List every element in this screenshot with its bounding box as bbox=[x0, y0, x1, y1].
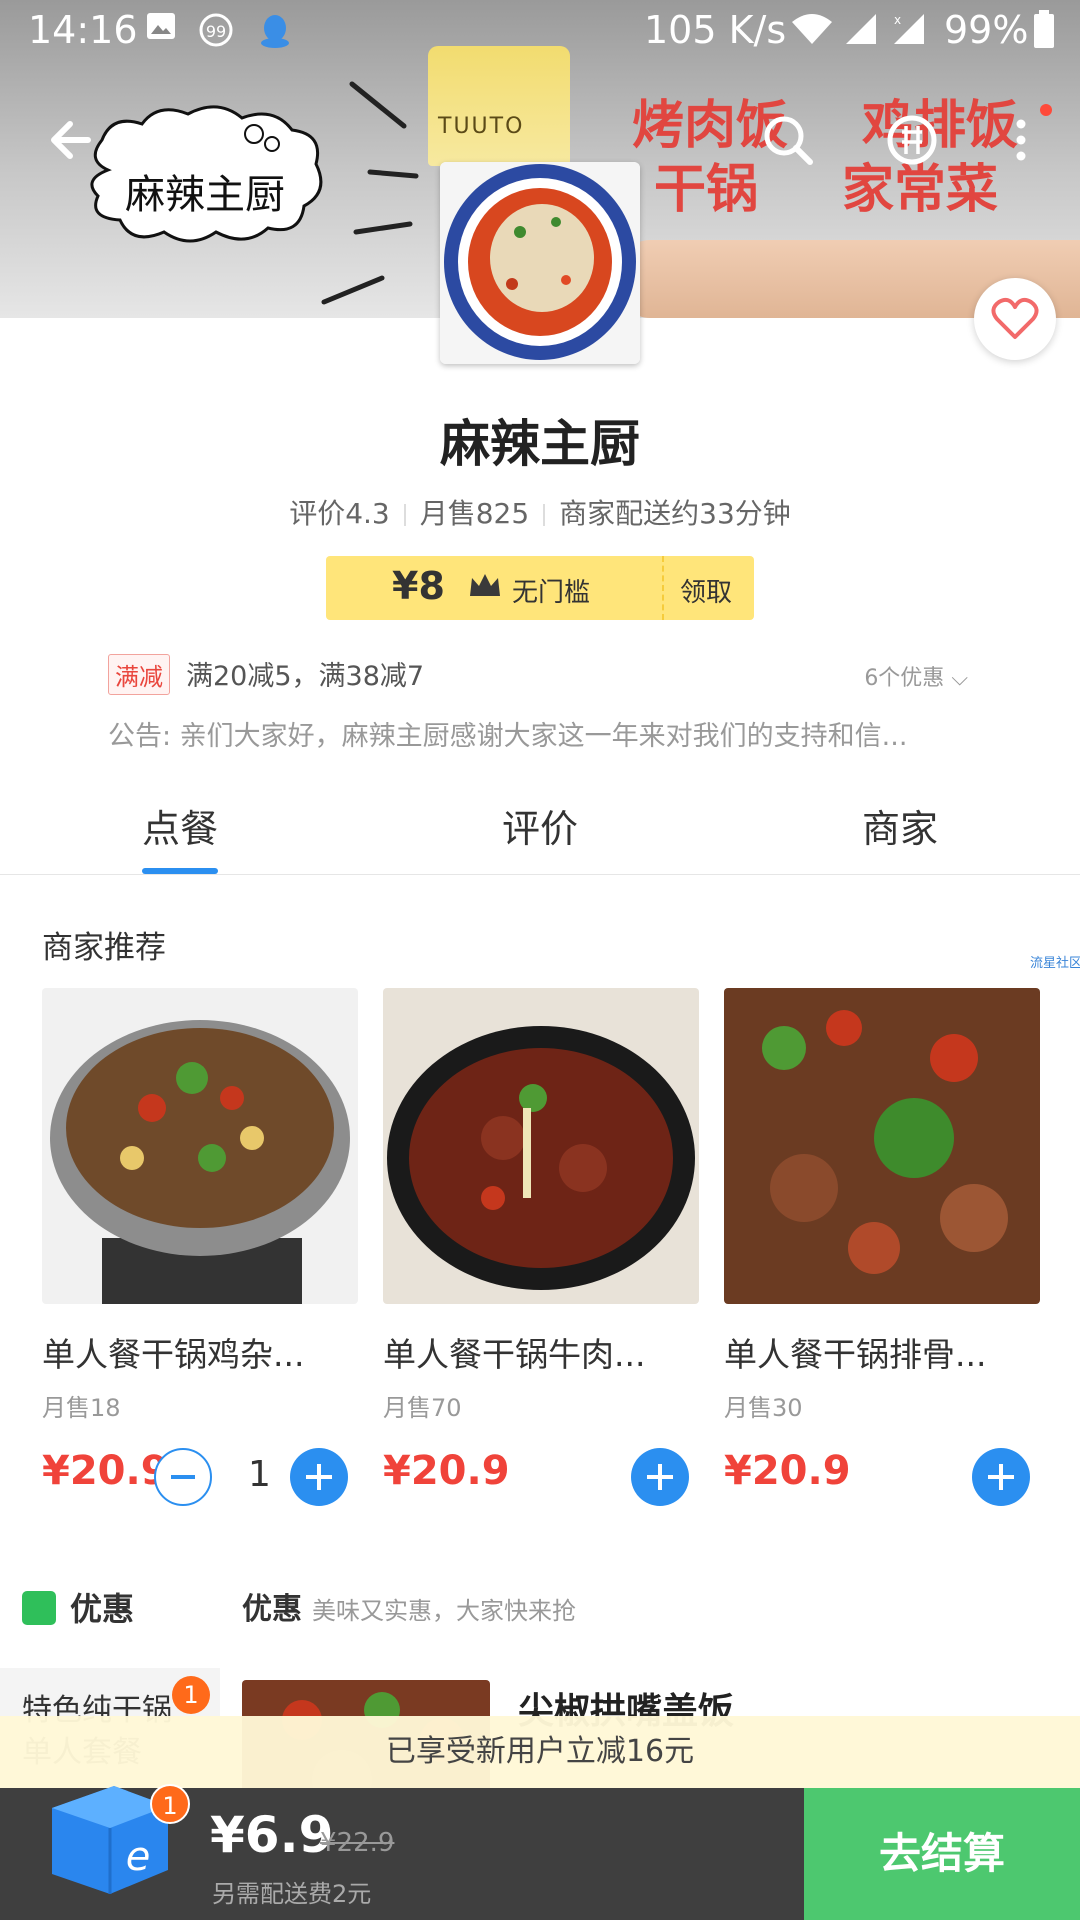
dish-price: ¥20.9 bbox=[724, 1448, 851, 1494]
dish-photo bbox=[724, 988, 1040, 1304]
divider bbox=[403, 504, 406, 526]
divider bbox=[543, 504, 546, 526]
signal-no-data-icon: x bbox=[894, 13, 924, 44]
notification-dot bbox=[1040, 104, 1052, 116]
shop-avatar-image bbox=[440, 162, 640, 364]
battery-percent: 99% bbox=[944, 8, 1029, 52]
checkout-button[interactable]: 去结算 bbox=[804, 1788, 1080, 1920]
recommend-title: 商家推荐 bbox=[42, 930, 166, 966]
delivery-fee-note: 另需配送费2元 bbox=[212, 1880, 372, 1908]
dish-quantity: 1 bbox=[248, 1454, 271, 1495]
tab-bar: 点餐 评价 商家 bbox=[0, 788, 1080, 875]
add-to-cart-button[interactable] bbox=[290, 1448, 348, 1506]
recommend-card[interactable]: 单人餐干锅鸡杂... 月售18 ¥20.9 1 bbox=[42, 988, 358, 1506]
sidebar-category-label: 优惠 bbox=[70, 1590, 135, 1628]
battery-icon bbox=[1034, 10, 1054, 48]
signal-icon bbox=[846, 14, 876, 44]
favorite-button[interactable] bbox=[974, 278, 1056, 360]
section-title: 优惠 bbox=[242, 1592, 302, 1627]
watermark: 流星社区 bbox=[1030, 956, 1080, 971]
app-99-icon: 99 bbox=[199, 13, 233, 47]
svg-text:x: x bbox=[894, 13, 901, 27]
recommend-card[interactable]: 单人餐干锅牛肉... 月售70 ¥20.9 bbox=[383, 988, 699, 1506]
more-icon[interactable] bbox=[1006, 110, 1066, 170]
dish-name: 单人餐干锅排骨... bbox=[724, 1335, 987, 1374]
coupon-condition: 无门槛 bbox=[512, 578, 591, 608]
tab-reviews[interactable]: 评价 bbox=[502, 798, 578, 853]
cart-count-badge: 1 bbox=[150, 1784, 190, 1824]
dish-sales: 月售18 bbox=[42, 1394, 121, 1422]
discount-row[interactable]: 满减 满20减5，满38减7 6个优惠 ⌵ bbox=[108, 654, 968, 695]
qq-icon bbox=[261, 15, 289, 48]
shop-name: 麻辣主厨 bbox=[440, 415, 640, 473]
sidebar-category-discount[interactable]: 优惠 bbox=[22, 1584, 134, 1630]
group-order-icon[interactable] bbox=[882, 110, 942, 170]
tab-active-indicator bbox=[142, 868, 218, 874]
dish-price: ¥20.9 bbox=[383, 1448, 510, 1494]
coupon-amount: ¥8 bbox=[392, 564, 445, 608]
dish-sales: 月售70 bbox=[383, 1394, 462, 1422]
cart-original-price: ¥22.9 bbox=[320, 1828, 395, 1858]
discount-more-label: 6个优惠 bbox=[864, 666, 945, 691]
cart-total-price: ¥6.9 bbox=[210, 1806, 334, 1864]
section-header: 优惠 美味又实惠，大家快来抢 bbox=[242, 1584, 576, 1628]
dish-photo bbox=[383, 988, 699, 1304]
shop-notice[interactable]: 公告: 亲们大家好，麻辣主厨感谢大家这一年来对我们的支持和信... bbox=[108, 714, 968, 753]
decrease-quantity-button[interactable] bbox=[154, 1448, 212, 1506]
coupon-divider bbox=[662, 556, 664, 620]
recommend-card[interactable]: 单人餐干锅排骨... 月售30 ¥20.9 bbox=[724, 988, 1040, 1506]
dish-name: 单人餐干锅鸡杂... bbox=[42, 1335, 305, 1374]
promo-line-3: 干锅 bbox=[654, 160, 759, 220]
dish-photo bbox=[42, 988, 358, 1304]
svg-text:99: 99 bbox=[206, 22, 226, 41]
chevron-down-icon: ⌵ bbox=[951, 666, 968, 691]
shop-monthly-sales: 月售825 bbox=[419, 497, 530, 530]
dish-price: ¥20.9 bbox=[42, 1448, 169, 1494]
logo-text: 麻辣主厨 bbox=[125, 172, 285, 218]
discount-text: 满20减5，满38减7 bbox=[186, 661, 425, 692]
tab-merchant[interactable]: 商家 bbox=[862, 798, 938, 853]
shop-meta: 评价4.3 月售825 商家配送约33分钟 bbox=[0, 492, 1080, 532]
shop-logo-cloud: 麻辣主厨 bbox=[78, 100, 330, 248]
svg-text:e: e bbox=[126, 1834, 151, 1880]
discount-tag: 满减 bbox=[108, 654, 170, 695]
image-notification-icon bbox=[147, 13, 175, 39]
coupon-claim-button[interactable]: 领取 bbox=[680, 572, 732, 609]
decor-lines bbox=[321, 81, 419, 305]
wifi-icon bbox=[792, 14, 832, 44]
category-count-badge: 1 bbox=[172, 1676, 210, 1714]
dish-name: 单人餐干锅牛肉... bbox=[383, 1335, 646, 1374]
cup-brand: TUUTO bbox=[438, 114, 525, 139]
shop-delivery-time: 商家配送约33分钟 bbox=[559, 497, 791, 530]
add-to-cart-button[interactable] bbox=[972, 1448, 1030, 1506]
drink-cup: TUUTO bbox=[428, 46, 570, 166]
status-time: 14:16 bbox=[28, 8, 138, 52]
network-speed: 105 K/s bbox=[644, 8, 787, 52]
discount-more[interactable]: 6个优惠 ⌵ bbox=[864, 660, 968, 692]
coupon-card[interactable]: ¥8 无门槛 领取 bbox=[326, 556, 754, 620]
search-icon[interactable] bbox=[758, 110, 818, 170]
dish-sales: 月售30 bbox=[724, 1394, 803, 1422]
add-to-cart-button[interactable] bbox=[631, 1448, 689, 1506]
tab-order[interactable]: 点餐 bbox=[142, 798, 218, 853]
section-subtitle: 美味又实惠，大家快来抢 bbox=[312, 1597, 576, 1625]
heart-icon bbox=[991, 297, 1039, 339]
crown-icon bbox=[470, 574, 500, 596]
shop-rating: 评价4.3 bbox=[289, 497, 390, 530]
gift-icon bbox=[22, 1591, 56, 1625]
